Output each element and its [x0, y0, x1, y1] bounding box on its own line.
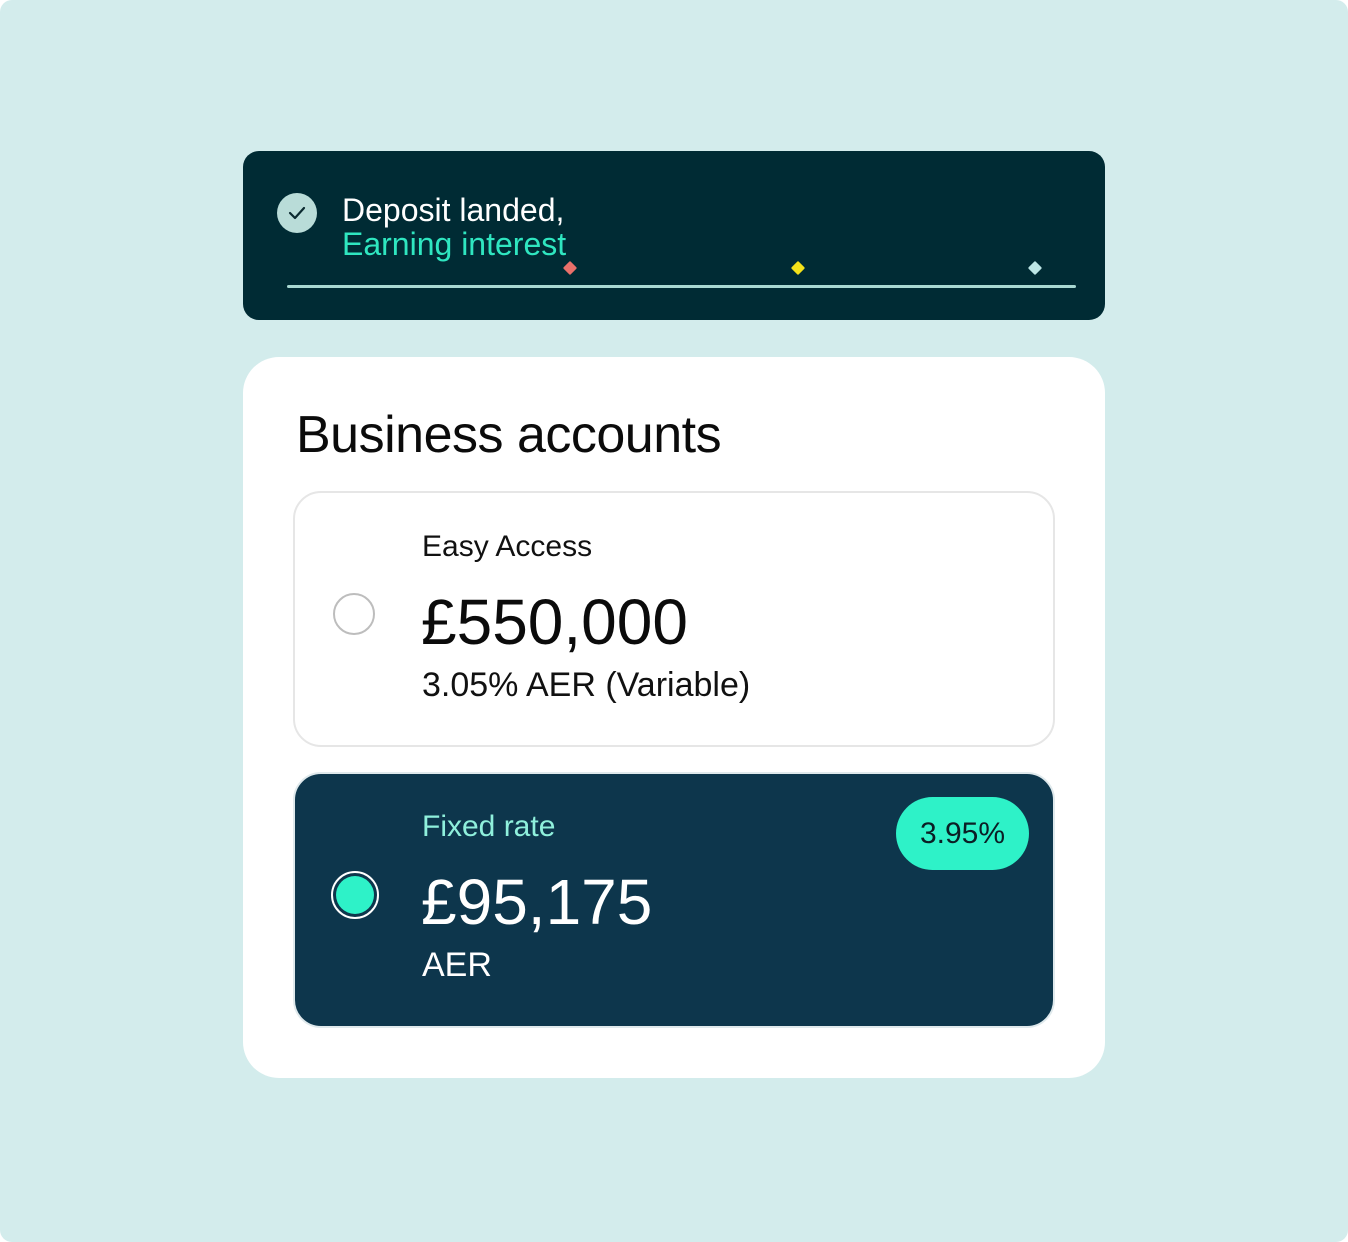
notification-subtitle: Earning interest — [342, 226, 567, 262]
check-icon — [277, 193, 317, 233]
progress-line — [287, 285, 1076, 288]
account-amount: £550,000 — [421, 586, 688, 658]
account-rate: 3.05% AER (Variable) — [422, 666, 751, 704]
account-label: Fixed rate — [422, 810, 556, 843]
radio-fixed-rate[interactable] — [331, 871, 379, 919]
account-amount: £95,175 — [421, 866, 653, 938]
account-label: Easy Access — [422, 530, 593, 563]
rate-badge: 3.95% — [896, 797, 1029, 870]
page-title: Business accounts — [296, 406, 722, 464]
notification-title: Deposit landed, — [342, 192, 565, 228]
account-rate: AER — [422, 946, 492, 984]
radio-easy-access[interactable] — [333, 593, 375, 635]
radio-selected-dot — [336, 876, 374, 914]
